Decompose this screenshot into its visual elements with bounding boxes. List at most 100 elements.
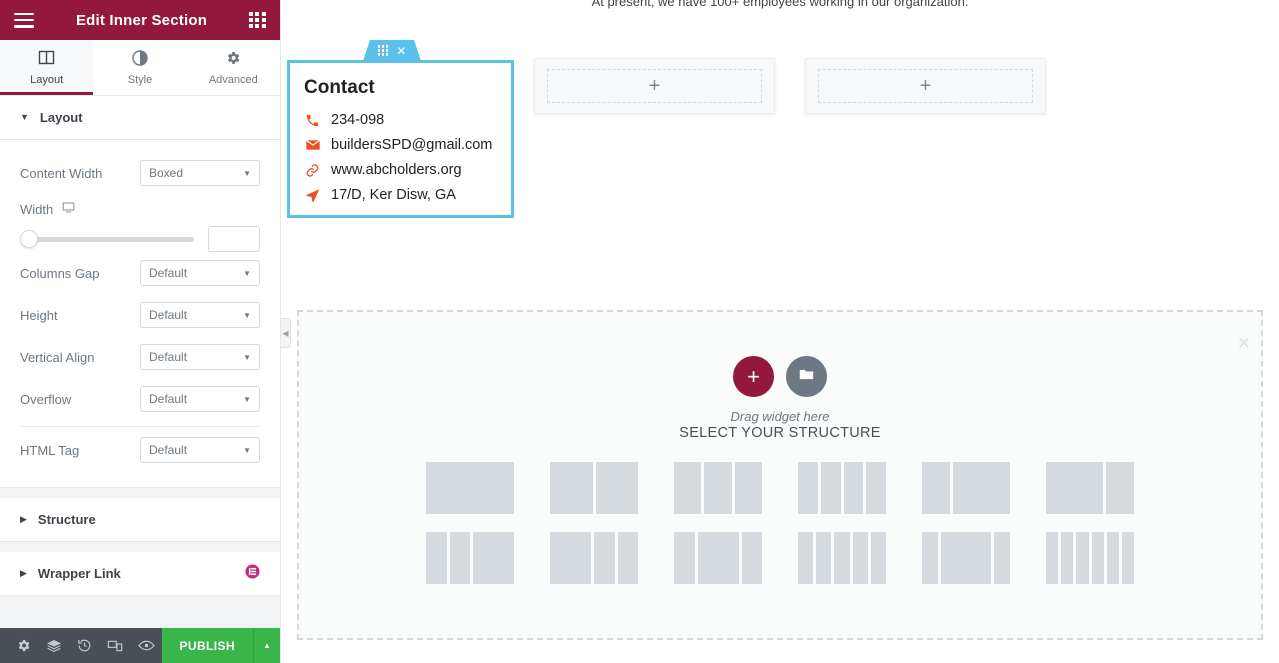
control-columns-gap: Columns Gap Default ▼ [20, 252, 260, 294]
publish-button[interactable]: PUBLISH [161, 628, 253, 663]
contact-email-text: buildersSPD@gmail.com [331, 137, 493, 153]
phone-icon [304, 113, 321, 128]
preset-25-25-50[interactable] [426, 532, 514, 584]
control-vertical-align: Vertical Align Default ▼ [20, 336, 260, 378]
width-input[interactable] [208, 226, 260, 252]
tab-advanced-label: Advanced [208, 73, 258, 86]
add-section-box-1[interactable]: + [534, 58, 775, 114]
structure-preset-row-2 [299, 532, 1261, 584]
width-slider-knob[interactable] [20, 230, 38, 248]
tab-layout-label: Layout [30, 74, 64, 86]
width-slider-row [20, 224, 260, 252]
vertical-align-select[interactable]: Default ▼ [140, 344, 260, 370]
control-overflow-label: Overflow [20, 391, 72, 407]
height-value: Default [149, 308, 188, 322]
overflow-select[interactable]: Default ▼ [140, 386, 260, 412]
gear-icon [225, 50, 241, 69]
publish-group: PUBLISH ▲ [161, 628, 280, 663]
section-wrapper-link-header[interactable]: ▶ Wrapper Link [0, 552, 280, 596]
preset-50-25-25[interactable] [550, 532, 638, 584]
publish-options-chevron-up-icon[interactable]: ▲ [253, 628, 280, 663]
close-x-icon[interactable]: ✕ [1237, 334, 1251, 354]
height-select[interactable]: Default ▼ [140, 302, 260, 328]
tab-style[interactable]: Style [93, 40, 187, 95]
preset-25-50-25[interactable] [674, 532, 762, 584]
width-slider[interactable] [20, 229, 194, 249]
contact-title: Contact [304, 77, 375, 98]
control-height-label: Height [20, 307, 58, 323]
elementor-pro-badge-icon [245, 563, 260, 584]
preset-4-columns-equal[interactable] [798, 462, 886, 514]
preset-3-columns-equal[interactable] [674, 462, 762, 514]
control-width: Width [20, 194, 260, 252]
panel-tabs: Layout Style Advanced [0, 40, 280, 96]
contrast-circle-icon [132, 49, 148, 69]
empty-section-dropzone[interactable]: ✕ + Drag widget here SELECT YOUR STRUCTU… [297, 310, 1263, 640]
layers-icon[interactable] [39, 628, 70, 663]
chevron-right-icon: ▶ [20, 568, 27, 578]
columns-gap-select[interactable]: Default ▼ [140, 260, 260, 286]
panel-gap-2 [0, 542, 280, 552]
control-content-width-label: Content Width [20, 165, 103, 181]
contact-address-text: 17/D, Ker Disw, GA [331, 187, 456, 203]
preset-33-66[interactable] [922, 462, 1010, 514]
gear-icon[interactable] [8, 628, 39, 663]
control-width-label-wrap: Width [20, 201, 260, 217]
add-template-button[interactable] [786, 356, 827, 397]
preview-eye-icon[interactable] [131, 628, 162, 663]
chevron-left-icon: ◀ [282, 328, 289, 338]
section-structure-title: Structure [37, 512, 96, 527]
contact-widget-card[interactable]: Contact 234-098 buildersSPD@gmail.com ww… [287, 60, 514, 218]
control-html-tag: HTML Tag Default ▼ [20, 429, 260, 471]
responsive-mode-icon[interactable] [100, 628, 131, 663]
grid-apps-icon[interactable] [249, 11, 266, 29]
page-intro-text: At present, we have 100+ employees worki… [591, 0, 969, 9]
tab-layout[interactable]: Layout [0, 40, 94, 95]
structure-presets [299, 462, 1261, 584]
panel-gap [0, 488, 280, 498]
tab-style-label: Style [127, 73, 153, 86]
layout-controls: Content Width Boxed ▼ Width Columns Gap … [0, 140, 280, 488]
drag-dots-icon[interactable] [377, 45, 389, 56]
preset-2-columns-equal[interactable] [550, 462, 638, 514]
control-html-tag-label: HTML Tag [20, 442, 80, 458]
plus-icon: + [818, 69, 1033, 103]
control-width-label: Width [20, 201, 54, 217]
plus-icon: + [547, 69, 762, 103]
preset-20-60-20[interactable] [922, 532, 1011, 584]
tab-advanced[interactable]: Advanced [186, 40, 280, 95]
preset-6-columns-equal[interactable] [1046, 532, 1135, 584]
columns-gap-value: Default [149, 266, 188, 280]
contact-website-text: www.abcholders.org [331, 162, 462, 178]
section-wrapper-link-title: Wrapper Link [37, 566, 121, 581]
desktop-icon[interactable] [62, 201, 75, 217]
html-tag-select[interactable]: Default ▼ [140, 437, 260, 463]
chevron-down-icon: ▼ [20, 112, 29, 122]
panel-collapse-handle[interactable]: ◀ [281, 318, 291, 348]
hamburger-menu-icon[interactable] [14, 12, 34, 28]
folder-icon [798, 366, 815, 388]
control-columns-gap-label: Columns Gap [20, 265, 100, 281]
chevron-down-icon: ▼ [243, 310, 251, 320]
section-structure-header[interactable]: ▶ Structure [0, 498, 280, 542]
select-structure-title: SELECT YOUR STRUCTURE [679, 425, 881, 441]
vertical-align-value: Default [149, 350, 188, 364]
html-tag-value: Default [149, 443, 188, 457]
add-new-section-button[interactable]: + [733, 356, 774, 397]
history-revisions-icon[interactable] [69, 628, 100, 663]
chevron-down-icon: ▼ [243, 268, 251, 278]
plus-icon: + [747, 363, 760, 389]
preset-5-columns-equal[interactable] [798, 532, 887, 584]
preset-1-column[interactable] [426, 462, 514, 514]
chevron-down-icon: ▼ [243, 394, 251, 404]
content-width-select[interactable]: Boxed ▼ [140, 160, 260, 186]
contact-item-email: buildersSPD@gmail.com [304, 137, 497, 153]
overflow-value: Default [149, 392, 188, 406]
elementor-editor: Edit Inner Section Layout Style Advanced… [0, 0, 1279, 663]
add-section-box-2[interactable]: + [805, 58, 1046, 114]
panel-title: Edit Inner Section [75, 11, 208, 29]
close-x-icon[interactable]: ✕ [396, 45, 406, 57]
section-layout-header[interactable]: ▼ Layout [0, 96, 280, 140]
preset-66-33[interactable] [1046, 462, 1134, 514]
editor-panel: Edit Inner Section Layout Style Advanced… [0, 0, 281, 663]
